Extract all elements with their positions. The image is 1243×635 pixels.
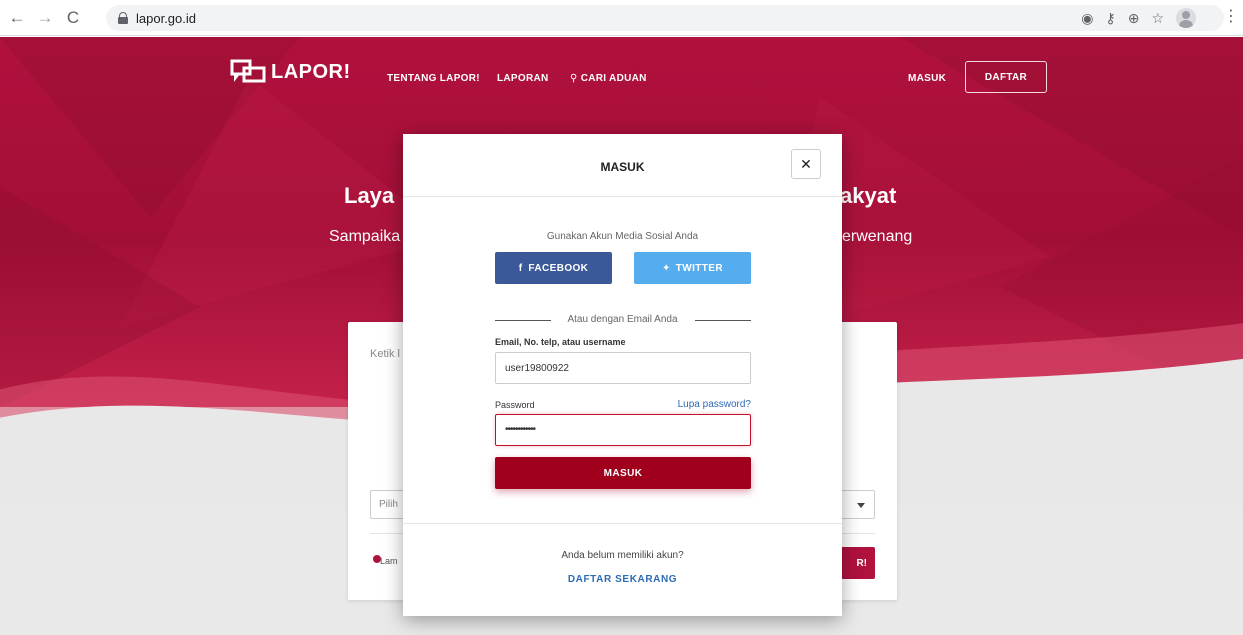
modal-title: MASUK [600,160,645,174]
password-input[interactable]: •••••••••••• [495,414,751,446]
back-icon[interactable]: ← [6,7,28,29]
hero-subtitle-left: Sampaika [329,228,401,245]
daftar-button[interactable]: DAFTAR [965,61,1047,93]
hero-title-right: akyat [840,183,897,208]
forward-icon[interactable]: → [34,7,56,29]
twitter-label: TWITTER [675,262,723,274]
facebook-icon: f [518,262,523,274]
password-label: Password [495,400,535,410]
social-login-caption: Gunakan Akun Media Sosial Anda [546,231,699,242]
hero-title-left: Laya [344,183,395,208]
email-input[interactable]: user19800922 [495,352,751,384]
profile-icon[interactable] [1176,8,1196,28]
email-input-value: user19800922 [505,362,569,374]
nav-cari-aduan-label: CARI ADUAN [580,73,647,84]
login-modal: MASUK ✕ Gunakan Akun Media Sosial Anda f… [403,134,842,616]
masuk-submit-button[interactable]: MASUK [495,457,751,489]
nav-masuk[interactable]: MASUK [908,73,946,84]
modal-header: MASUK ✕ [403,134,842,197]
site-navbar: LAPOR! TENTANG LAPOR! LAPORAN ⚲ CARI ADU… [0,37,1243,117]
close-icon: ✕ [800,155,812,172]
location-icon[interactable]: ◉ [1081,10,1093,27]
kebab-menu-icon[interactable]: ⋮ [1223,9,1239,25]
no-account-text: Anda belum memiliki akun? [561,550,684,561]
logo-text: LAPOR! [271,60,351,83]
chevron-down-icon [857,503,865,508]
category-select-placeholder: Pilih [379,499,398,510]
browser-toolbar: ← → C lapor.go.id ◉ ⚷ ⊕ ☆ ⋮ [0,0,1243,36]
close-button[interactable]: ✕ [791,149,821,179]
nav-laporan[interactable]: LAPORAN [497,73,549,84]
lock-icon [118,12,128,24]
facebook-login-button[interactable]: f FACEBOOK [495,252,612,284]
twitter-login-button[interactable]: ✦ TWITTER [634,252,751,284]
modal-footer: Anda belum memiliki akun? DAFTAR SEKARAN… [403,523,842,616]
lapor-logo-icon [230,59,266,83]
page: LAPOR! TENTANG LAPOR! LAPORAN ⚲ CARI ADU… [0,37,1243,635]
email-login-caption: Atau dengan Email Anda [567,314,678,325]
divider-line-right [695,320,751,321]
nav-tentang-lapor[interactable]: TENTANG LAPOR! [387,73,480,84]
daftar-sekarang-link[interactable]: DAFTAR SEKARANG [403,574,842,585]
forgot-password-link[interactable]: Lupa password? [675,399,751,410]
zoom-icon[interactable]: ⊕ [1128,10,1140,27]
hero-subtitle-right: erwenang [842,228,913,245]
site-logo[interactable]: LAPOR! [230,59,351,85]
star-icon[interactable]: ☆ [1151,10,1164,27]
email-label: Email, No. telp, atau username [495,337,626,347]
url-text: lapor.go.id [136,10,196,26]
facebook-label: FACEBOOK [528,262,589,274]
attachment-label[interactable]: Lam [380,556,398,566]
password-input-value: •••••••••••• [505,424,536,435]
address-bar[interactable]: lapor.go.id ◉ ⚷ ⊕ ☆ [106,5,1224,31]
nav-cari-aduan[interactable]: ⚲ CARI ADUAN [570,73,647,84]
reload-icon[interactable]: C [62,7,84,29]
twitter-icon: ✦ [661,262,671,274]
search-icon: ⚲ [570,73,581,84]
report-textarea-hint[interactable]: Ketik l [370,348,400,360]
key-icon[interactable]: ⚷ [1105,10,1115,27]
